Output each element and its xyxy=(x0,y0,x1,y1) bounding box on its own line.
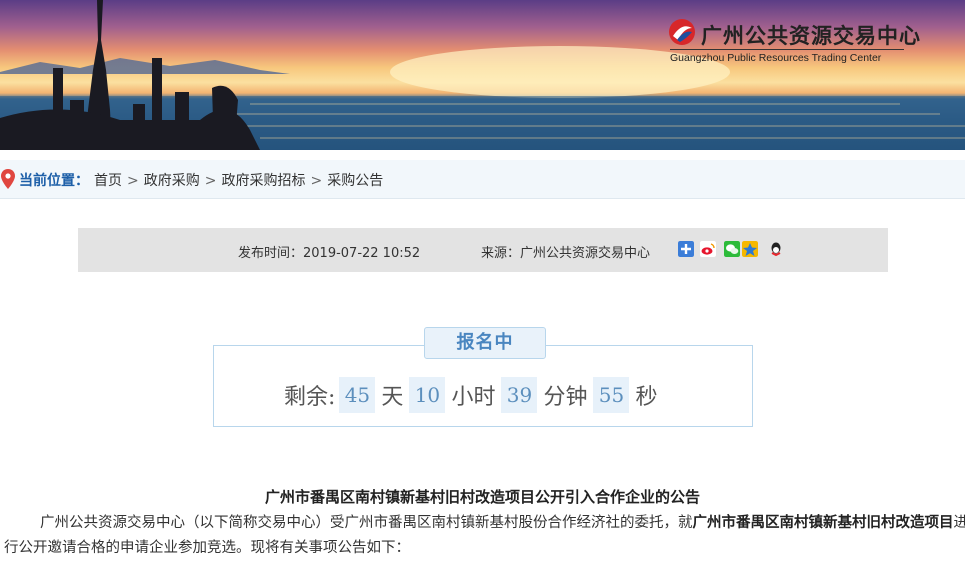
breadcrumb: 当前位置： 首页 > 政府采购 > 政府采购招标 > 采购公告 xyxy=(0,160,965,199)
breadcrumb-label: 当前位置： xyxy=(19,173,89,189)
breadcrumb-procurement-notice[interactable]: 采购公告 xyxy=(327,173,383,189)
logo-mark-icon xyxy=(669,19,695,45)
chevron-right-icon: > xyxy=(310,173,323,189)
countdown-days-unit: 天 xyxy=(381,385,404,410)
article-meta-bar: 发布时间：2019-07-22 10:52 来源：广州公共资源交易中心 xyxy=(78,228,888,272)
header-banner: 广州公共资源交易中心 Guangzhou Public Resources Tr… xyxy=(0,0,965,150)
breadcrumb-home[interactable]: 首页 xyxy=(94,173,122,189)
article-paragraph: 广州公共资源交易中心（以下简称交易中心）受广州市番禺区南村镇新基村股份合作经济社… xyxy=(4,511,965,561)
countdown-seconds: 55 xyxy=(593,377,630,413)
chevron-right-icon: > xyxy=(204,173,217,189)
countdown-minutes-unit: 分钟 xyxy=(543,385,588,410)
countdown-timer: 剩余: 45 天 10 小时 39 分钟 55 秒 xyxy=(284,377,659,413)
breadcrumb-gov-procurement[interactable]: 政府采购 xyxy=(144,173,200,189)
countdown-minutes: 39 xyxy=(501,377,538,413)
registration-status-badge: 报名中 xyxy=(424,327,546,359)
location-pin-icon xyxy=(1,169,15,189)
project-name-emphasis: 广州市番禺区南村镇新基村旧村改造项目 xyxy=(692,515,954,531)
article-source: 来源：广州公共资源交易中心 xyxy=(481,246,651,261)
breadcrumb-gov-tender[interactable]: 政府采购招标 xyxy=(221,173,305,189)
countdown-days: 45 xyxy=(339,377,376,413)
qzone-icon[interactable] xyxy=(742,241,758,257)
qq-icon[interactable] xyxy=(768,241,784,257)
countdown-seconds-unit: 秒 xyxy=(635,385,658,410)
publish-time: 发布时间：2019-07-22 10:52 xyxy=(238,246,421,261)
logo-divider xyxy=(670,49,904,50)
plus-share-icon[interactable] xyxy=(678,241,694,257)
logo-title-en: Guangzhou Public Resources Trading Cente… xyxy=(670,52,882,64)
chevron-right-icon: > xyxy=(127,173,139,189)
weibo-icon[interactable] xyxy=(700,241,716,257)
wechat-icon[interactable] xyxy=(724,241,740,257)
countdown-hours: 10 xyxy=(409,377,446,413)
article-title: 广州市番禺区南村镇新基村旧村改造项目公开引入合作企业的公告 xyxy=(264,488,700,506)
article-text: 广州公共资源交易中心（以下简称交易中心）受广州市番禺区南村镇新基村股份合作经济社… xyxy=(40,515,693,531)
site-logo[interactable]: 广州公共资源交易中心 Guangzhou Public Resources Tr… xyxy=(668,18,920,68)
countdown-prefix: 剩余: xyxy=(284,385,336,410)
logo-title-cn: 广州公共资源交易中心 xyxy=(701,24,921,48)
countdown-hours-unit: 小时 xyxy=(451,385,496,410)
